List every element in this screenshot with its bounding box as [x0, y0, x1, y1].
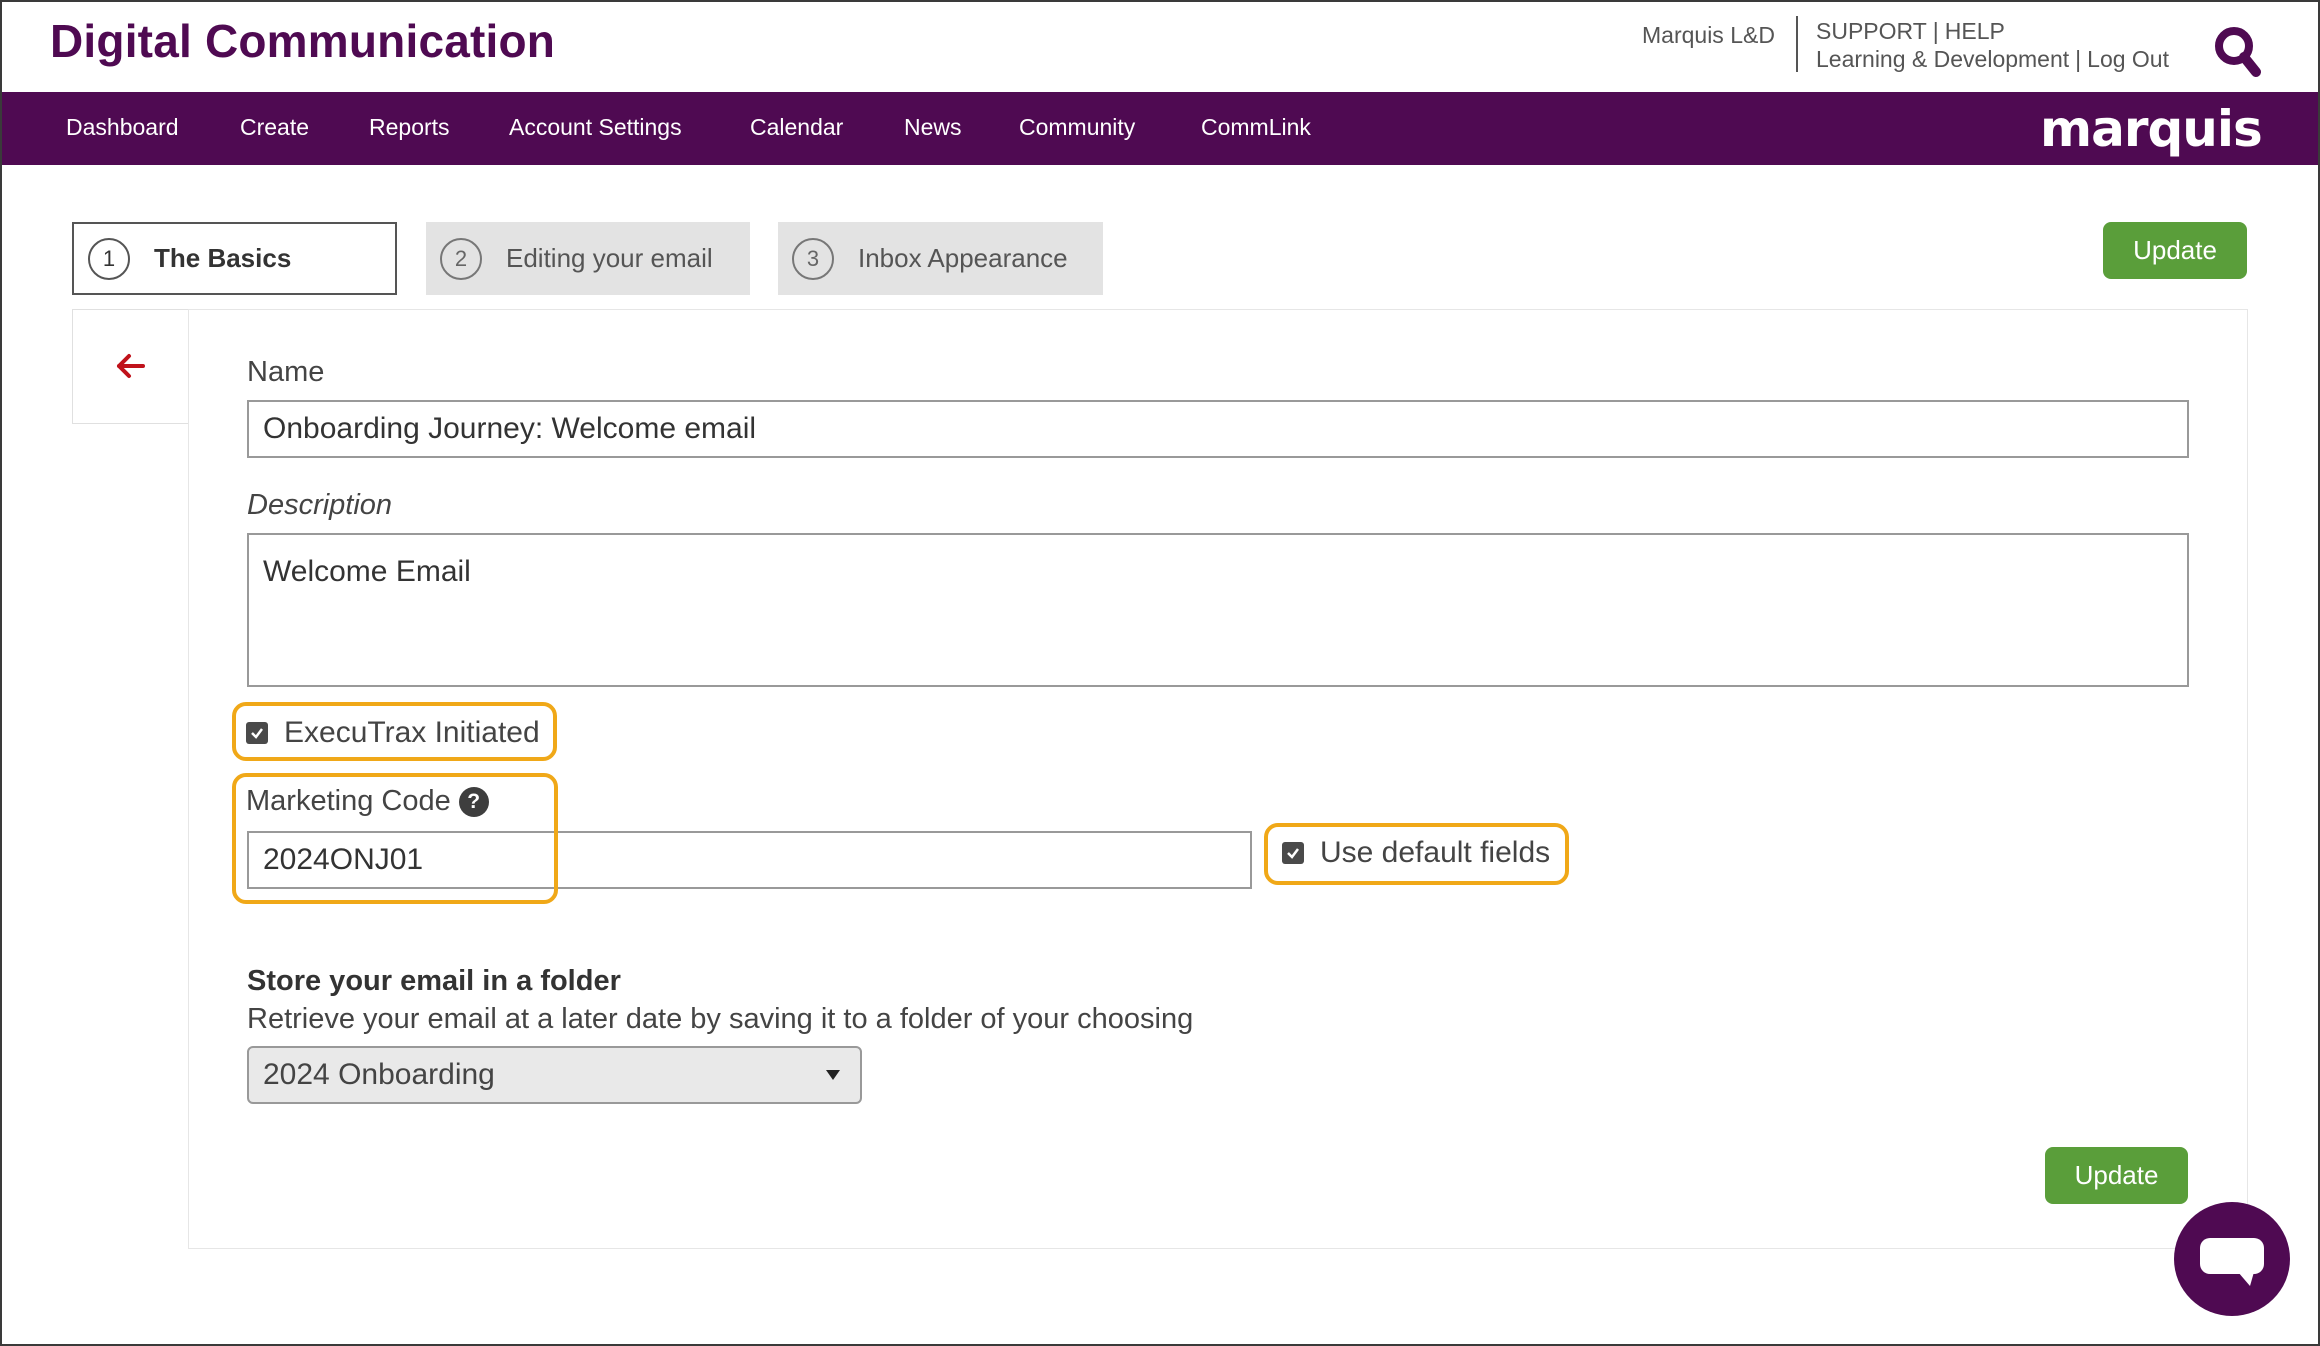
folder-title: Store your email in a folder	[247, 965, 621, 997]
nav-item-dashboard[interactable]: Dashboard	[66, 114, 179, 141]
name-input[interactable]: Onboarding Journey: Welcome email	[247, 400, 2189, 458]
step-label: Inbox Appearance	[858, 243, 1068, 273]
marketing-code-label: Marketing Code?	[246, 785, 489, 818]
search-icon[interactable]	[2214, 26, 2262, 80]
marketing-code-input[interactable]: 2024ONJ01	[247, 831, 1252, 889]
utility-links-row-2: Learning & Development | Log Out	[1816, 46, 2169, 73]
org-link[interactable]: Learning & Development	[1816, 46, 2069, 72]
default-fields-label: Use default fields	[1320, 836, 1551, 869]
checkmark-icon	[1287, 848, 1299, 859]
nav-item-reports[interactable]: Reports	[369, 114, 450, 141]
chat-button[interactable]	[2174, 1202, 2290, 1316]
folder-select-value: 2024 Onboarding	[263, 1058, 495, 1091]
update-button-bottom[interactable]: Update	[2045, 1147, 2188, 1204]
arrow-left-icon	[117, 354, 145, 378]
step-label: The Basics	[154, 243, 292, 273]
nav-item-calendar[interactable]: Calendar	[750, 114, 843, 141]
help-icon[interactable]: ?	[458, 787, 489, 818]
step-number: 2	[440, 237, 482, 280]
description-textarea[interactable]: Welcome Email	[247, 533, 2189, 687]
default-fields-checkbox-row[interactable]: Use default fields	[1282, 836, 1550, 870]
step-tab-the-basics[interactable]: 1 The Basics	[72, 222, 397, 295]
step-label: Editing your email	[506, 243, 713, 273]
update-button-top[interactable]: Update	[2103, 222, 2247, 279]
step-tab-editing-your-email[interactable]: 2 Editing your email	[426, 222, 750, 295]
step-tab-inbox-appearance[interactable]: 3 Inbox Appearance	[778, 222, 1103, 295]
separator: |	[1932, 18, 1939, 44]
utility-links-row-1: SUPPORT | HELP	[1816, 18, 2005, 45]
executrax-checkbox-row[interactable]: ExecuTrax Initiated	[246, 716, 540, 750]
folder-select[interactable]: 2024 Onboarding	[247, 1046, 862, 1104]
nav-item-commlink[interactable]: CommLink	[1201, 114, 1311, 141]
checkmark-icon	[251, 728, 263, 739]
executrax-label: ExecuTrax Initiated	[284, 716, 540, 749]
executrax-checkbox[interactable]	[246, 722, 268, 744]
marketing-code-label-text: Marketing Code	[246, 785, 451, 817]
separator: |	[2075, 46, 2082, 72]
account-name[interactable]: Marquis L&D	[1642, 22, 1775, 49]
main-nav: Dashboard Create Reports Account Setting…	[2, 92, 2318, 165]
nav-item-news[interactable]: News	[904, 114, 962, 141]
chat-bubble-icon	[2200, 1238, 2264, 1286]
brand-logo[interactable]: marquis	[2040, 100, 2263, 158]
help-link[interactable]: HELP	[1945, 18, 2005, 44]
chevron-down-icon	[826, 1070, 840, 1080]
nav-item-create[interactable]: Create	[240, 114, 309, 141]
nav-item-account-settings[interactable]: Account Settings	[509, 114, 682, 141]
folder-help-text: Retrieve your email at a later date by s…	[247, 1003, 1194, 1035]
default-fields-checkbox[interactable]	[1282, 842, 1304, 864]
back-button[interactable]	[72, 309, 189, 424]
nav-item-community[interactable]: Community	[1019, 114, 1135, 141]
step-number: 1	[88, 237, 130, 280]
header-divider	[1796, 16, 1798, 72]
name-label: Name	[247, 356, 325, 388]
logout-link[interactable]: Log Out	[2087, 46, 2169, 72]
step-number: 3	[792, 237, 834, 280]
description-label: Description	[247, 489, 393, 521]
support-link[interactable]: SUPPORT	[1816, 18, 1927, 44]
app-title: Digital Communication	[50, 15, 556, 67]
